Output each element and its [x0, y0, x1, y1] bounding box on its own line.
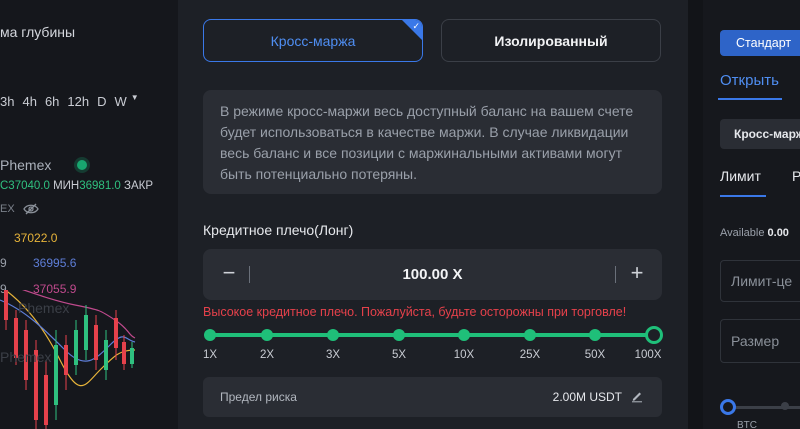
timeframe-selector: 3h 4h 6h 12h D W ▼	[0, 93, 139, 109]
slider-step-1x[interactable]	[204, 329, 216, 341]
indicator-label: EX	[0, 203, 15, 215]
available-balance: Available 0.00	[720, 227, 789, 239]
leverage-slider[interactable]	[203, 326, 667, 346]
timeframe-d[interactable]: D	[97, 94, 106, 109]
leverage-increase-button[interactable]: +	[625, 261, 649, 287]
ohlc-close-value: C37040.0	[0, 180, 50, 192]
slider-tick-label: 25X	[519, 349, 541, 361]
risk-limit-row[interactable]: Предел риска 2.00M USDT	[203, 377, 662, 417]
tab-market[interactable]: Р	[792, 168, 800, 184]
slider-tick-label: 10X	[453, 349, 475, 361]
chart-watermark: Phemex	[0, 349, 52, 365]
ma-value-value: 37022.0	[14, 231, 58, 245]
ohlc-readout: C37040.0 МИН36981.0 ЗАКР	[0, 180, 153, 192]
cross-margin-info: В режиме кросс-маржи весь доступный бала…	[203, 90, 662, 194]
leverage-input[interactable]	[250, 249, 615, 300]
chart-panel: ма глубины 3h 4h 6h 12h D W ▼ Phemex C37…	[0, 0, 178, 429]
leverage-decrease-button[interactable]: −	[217, 261, 241, 287]
cross-margin-button[interactable]: Кросс-маржа ✓	[203, 19, 423, 62]
ma-value-value: 36995.6	[33, 256, 77, 270]
tab-open[interactable]: Открыть	[720, 72, 779, 89]
timeframe-6h[interactable]: 6h	[45, 94, 59, 109]
slider-tick-label: 2X	[259, 349, 275, 361]
size-slider-handle[interactable]	[720, 399, 736, 415]
ohlc-low-label: МИН	[53, 180, 80, 192]
slider-step-2x[interactable]	[261, 329, 273, 341]
timeframe-12h[interactable]: 12h	[67, 94, 89, 109]
order-panel: Стандарт Открыть Кросс-марж Лимит Р Avai…	[703, 0, 800, 429]
slider-step-3x[interactable]	[327, 329, 339, 341]
isolated-margin-button[interactable]: Изолированный	[441, 19, 661, 62]
size-slider-step[interactable]	[781, 402, 789, 410]
ohlc-close-label: ЗАКР	[124, 180, 154, 192]
limit-price-input[interactable]: Лимит-це	[720, 260, 800, 302]
available-label: Available	[720, 227, 765, 239]
slider-tick-label: 1X	[202, 349, 218, 361]
slider-step-5x[interactable]	[393, 329, 405, 341]
margin-mode-select[interactable]: Кросс-марж	[720, 119, 800, 149]
indicator-row: EX	[0, 203, 39, 215]
slider-tick-label: 50X	[584, 349, 606, 361]
ohlc-low-value: 36981.0	[79, 180, 121, 192]
leverage-label: Кредитное плечо(Лонг)	[203, 222, 354, 238]
margin-mode-modal: Кросс-маржа ✓ Изолированный В режиме кро…	[178, 0, 688, 429]
ma-prefix: 9	[0, 256, 7, 270]
active-tab-indicator	[720, 195, 766, 197]
symbol-name: Phemex	[0, 157, 52, 173]
isolated-margin-label: Изолированный	[494, 32, 608, 49]
slider-tick-label: 100X	[634, 349, 662, 361]
slider-step-25x[interactable]	[524, 329, 536, 341]
available-value: 0.00	[767, 227, 789, 239]
chart-watermark: Phemex	[18, 300, 70, 316]
ma-value-1: 37022.0	[14, 231, 57, 245]
live-status-icon	[77, 160, 87, 170]
size-input[interactable]: Размер	[720, 319, 800, 363]
divider	[615, 266, 616, 283]
risk-limit-value: 2.00M USDT	[552, 390, 622, 404]
tab-limit[interactable]: Лимит	[720, 168, 761, 184]
leverage-stepper: − +	[203, 249, 662, 300]
slider-step-10x[interactable]	[458, 329, 470, 341]
check-icon: ✓	[412, 21, 420, 31]
slider-tick-label: 3X	[325, 349, 341, 361]
timeframe-4h[interactable]: 4h	[22, 94, 36, 109]
risk-limit-label: Предел риска	[220, 390, 297, 404]
slider-handle[interactable]	[645, 326, 663, 344]
slider-tick-label: 5X	[391, 349, 407, 361]
size-unit-label: BTC	[737, 420, 757, 429]
timeframe-w[interactable]: W	[115, 94, 127, 109]
timeframe-3h[interactable]: 3h	[0, 94, 14, 109]
standard-mode-button[interactable]: Стандарт	[720, 30, 800, 56]
cross-margin-label: Кросс-маржа	[270, 32, 356, 49]
size-slider-track[interactable]	[729, 406, 800, 409]
caret-down-icon[interactable]: ▼	[131, 93, 139, 108]
depth-chart-title[interactable]: ма глубины	[0, 24, 75, 40]
pencil-icon[interactable]	[630, 389, 644, 403]
eye-off-icon[interactable]	[22, 203, 39, 215]
ma-value-2: 9 36995.6	[0, 256, 77, 270]
active-tab-indicator	[718, 98, 782, 100]
slider-step-50x[interactable]	[589, 329, 601, 341]
leverage-warning: Высокое кредитное плечо. Пожалуйста, буд…	[203, 305, 627, 319]
